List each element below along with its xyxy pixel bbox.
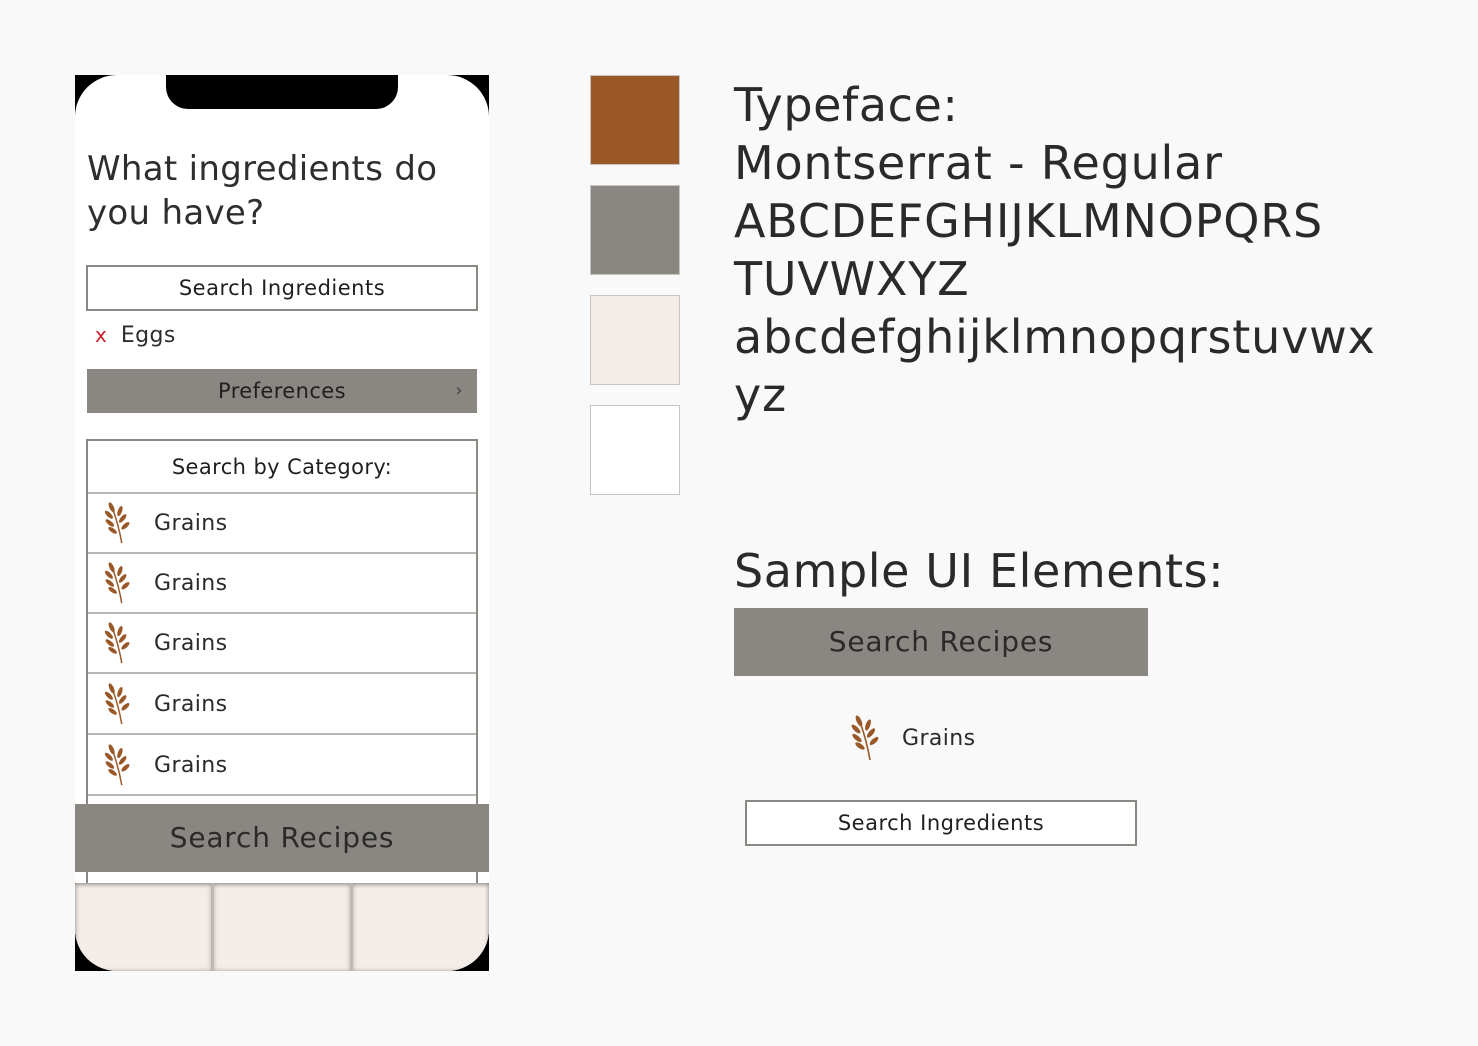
typeface-lower-1: abcdefghijklmnopqrstuvwx [734,310,1376,364]
sample-ui-title: Sample UI Elements: [734,544,1225,598]
swatch-gray [590,185,680,275]
preferences-label: Preferences [218,379,346,403]
remove-x-icon[interactable]: x [95,325,107,345]
sample-category-label: Grains [902,725,976,751]
preferences-button[interactable]: Preferences › [87,369,477,413]
wheat-icon [102,682,136,726]
category-label: Grains [154,630,228,656]
category-heading: Search by Category: [88,441,476,494]
wheat-icon [102,743,136,787]
swatch-white [590,405,680,495]
wheat-icon [102,621,136,665]
sample-search-ingredients-input[interactable]: Search Ingredients [745,800,1137,846]
typeface-title: Typeface: [734,78,959,132]
wheat-icon [850,714,884,762]
sample-search-recipes-button[interactable]: Search Recipes [734,608,1148,676]
category-label: Grains [154,691,228,717]
tab-3[interactable] [353,883,489,971]
wheat-icon [102,501,136,545]
typeface-lower-2: yz [734,368,787,422]
category-item[interactable]: Grains [88,554,476,614]
sample-category-item[interactable]: Grains [850,714,976,762]
typeface-name: Montserrat - Regular [734,136,1223,190]
category-label: Grains [154,570,228,596]
ingredient-chip: x Eggs [95,320,176,350]
page-title: What ingredients do you have? [87,149,438,233]
phone-notch [166,75,398,109]
bottom-tab-bar [75,883,489,971]
category-item[interactable]: Grains [88,675,476,735]
typeface-upper-2: TUVWXYZ [734,252,970,306]
tab-1[interactable] [75,883,214,971]
category-label: Grains [154,510,228,536]
search-recipes-button[interactable]: Search Recipes [75,804,489,872]
phone-screen: What ingredients do you have? Search Ing… [75,75,489,971]
category-item[interactable]: Grains [88,494,476,554]
tab-2[interactable] [214,883,353,971]
category-item[interactable]: Grains [88,614,476,674]
wheat-icon [102,561,136,605]
swatch-cream [590,295,680,385]
swatch-brown [590,75,680,165]
category-label: Grains [154,752,228,778]
category-item[interactable]: Grains [88,736,476,796]
ingredient-chip-label: Eggs [120,322,176,348]
typeface-upper-1: ABCDEFGHIJKLMNOPQRS [734,194,1324,248]
chevron-right-icon: › [455,380,463,401]
search-ingredients-input[interactable]: Search Ingredients [86,265,478,311]
